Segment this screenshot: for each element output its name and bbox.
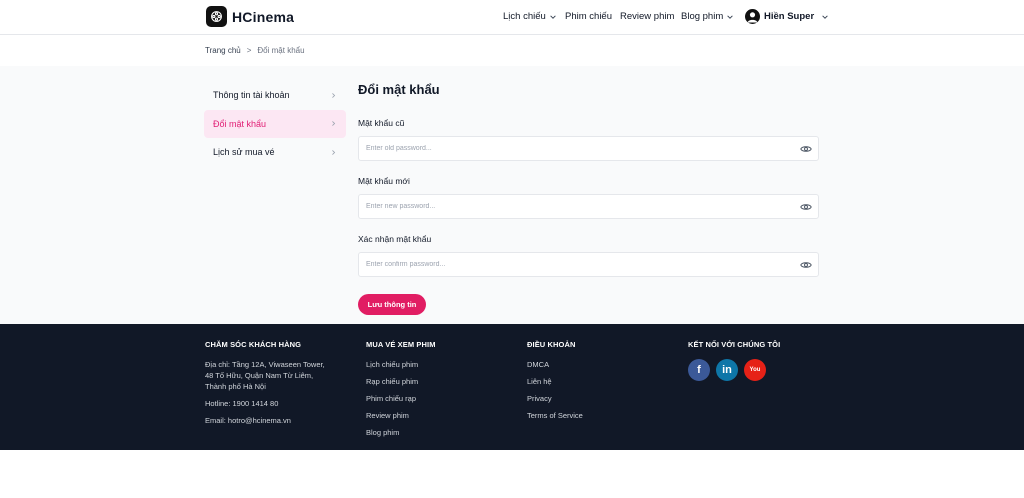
- footer-link[interactable]: DMCA: [527, 359, 583, 376]
- footer-link[interactable]: Privacy: [527, 393, 583, 410]
- chevron-right-icon: [332, 92, 336, 98]
- old-password-label: Mật khẩu cũ: [358, 118, 405, 128]
- youtube-icon[interactable]: You: [744, 359, 766, 381]
- footer-connect-heading: Kết nối với chúng tôi: [688, 340, 781, 349]
- nav-item-label: Lịch chiếu: [503, 11, 546, 22]
- user-menu[interactable]: Hiền Super: [745, 9, 829, 24]
- nav-item-label: Blog phim: [681, 11, 724, 22]
- eye-icon[interactable]: [800, 143, 812, 155]
- new-password-field-wrapper: [358, 194, 819, 219]
- chevron-down-icon: [822, 14, 828, 19]
- nav-item-label: Review phim: [620, 11, 675, 22]
- footer-link[interactable]: Lịch chiếu phim: [366, 359, 436, 376]
- footer-tickets-heading: Mua vé xem phim: [366, 340, 436, 349]
- save-button[interactable]: Lưu thông tin: [358, 294, 426, 315]
- footer-link[interactable]: Rạp chiếu phim: [366, 376, 436, 393]
- linkedin-icon[interactable]: in: [716, 359, 738, 381]
- nav-item-label: Phim chiếu: [565, 11, 612, 22]
- sidebar-item-label: Thông tin tài khoản: [213, 90, 290, 100]
- sidebar-item-change-password[interactable]: Đổi mật khẩu: [204, 109, 346, 138]
- footer-link[interactable]: Review phim: [366, 410, 436, 427]
- change-password-form: Đổi mật khẩu Mật khẩu cũ Mật khẩu mới Xá…: [358, 82, 820, 315]
- main-section: Thông tin tài khoản Đổi mật khẩu Lịch sử…: [0, 66, 1024, 324]
- confirm-password-label: Xác nhận mật khẩu: [358, 234, 432, 244]
- old-password-input[interactable]: [359, 137, 779, 160]
- chevron-right-icon: [332, 121, 336, 126]
- avatar: [745, 9, 760, 24]
- site-footer: Chăm sóc khách hàng Địa chỉ: Tầng 12A, V…: [0, 324, 1024, 450]
- page-title: Đổi mật khẩu: [358, 82, 440, 97]
- footer-support-heading: Chăm sóc khách hàng: [205, 340, 302, 349]
- social-links: f in You: [688, 359, 780, 381]
- footer-link[interactable]: Blog phim: [366, 427, 436, 444]
- main-nav: Lịch chiếu Phim chiếu Review phim Blog p…: [0, 11, 1024, 25]
- footer-link[interactable]: Phim chiếu rạp: [366, 393, 436, 410]
- footer-support-column: Chăm sóc khách hàng Địa chỉ: Tầng 12A, V…: [205, 340, 335, 426]
- nav-item-review-phim[interactable]: Review phim: [620, 11, 674, 22]
- chevron-down-icon: [550, 14, 556, 19]
- footer-terms-column: Điều khoản DMCA Liên hệ Privacy Terms of…: [527, 340, 583, 427]
- nav-item-phim-chieu[interactable]: Phim chiếu: [565, 11, 612, 22]
- old-password-group: Mật khẩu cũ: [358, 118, 820, 161]
- old-password-field-wrapper: [358, 136, 819, 161]
- new-password-label: Mật khẩu mới: [358, 176, 410, 186]
- site-header: HCinema Lịch chiếu Phim chiếu Review phi…: [0, 0, 1024, 35]
- footer-address: Địa chỉ: Tầng 12A, Viwaseen Tower, 48 Tố…: [205, 360, 325, 391]
- sidebar-item-label: Lịch sử mua vé: [213, 147, 275, 157]
- footer-hotline: Hotline: 1900 1414 80: [205, 399, 279, 408]
- account-sidebar: Thông tin tài khoản Đổi mật khẩu Lịch sử…: [204, 81, 346, 167]
- confirm-password-input[interactable]: [359, 253, 779, 276]
- chevron-right-icon: [332, 149, 336, 155]
- breadcrumb-separator: >: [246, 46, 252, 55]
- footer-link[interactable]: Terms of Service: [527, 410, 583, 427]
- footer-tickets-column: Mua vé xem phim Lịch chiếu phim Rạp chiế…: [366, 340, 436, 444]
- eye-icon[interactable]: [800, 259, 812, 271]
- nav-item-lich-chieu[interactable]: Lịch chiếu: [503, 11, 557, 22]
- user-name: Hiền Super: [764, 11, 815, 22]
- sidebar-item-label: Đổi mật khẩu: [213, 118, 267, 129]
- confirm-password-group: Xác nhận mật khẩu: [358, 234, 820, 277]
- footer-connect-column: Kết nối với chúng tôi f in You: [688, 340, 780, 381]
- eye-icon[interactable]: [800, 201, 812, 213]
- new-password-group: Mật khẩu mới: [358, 176, 820, 219]
- sidebar-item-account-info[interactable]: Thông tin tài khoản: [204, 81, 346, 109]
- breadcrumb-current: Đổi mật khẩu: [257, 46, 305, 55]
- facebook-icon[interactable]: f: [688, 359, 710, 381]
- chevron-down-icon: [727, 14, 733, 19]
- confirm-password-field-wrapper: [358, 252, 819, 277]
- footer-email: Email: hotro@hcinema.vn: [205, 416, 291, 425]
- breadcrumb: Trang chủ > Đổi mật khẩu: [205, 46, 305, 55]
- breadcrumb-home[interactable]: Trang chủ: [205, 46, 241, 55]
- footer-terms-heading: Điều khoản: [527, 340, 576, 349]
- sidebar-item-purchase-history[interactable]: Lịch sử mua vé: [204, 138, 346, 166]
- new-password-input[interactable]: [359, 195, 779, 218]
- footer-link[interactable]: Liên hệ: [527, 376, 583, 393]
- nav-item-blog-phim[interactable]: Blog phim: [681, 11, 734, 22]
